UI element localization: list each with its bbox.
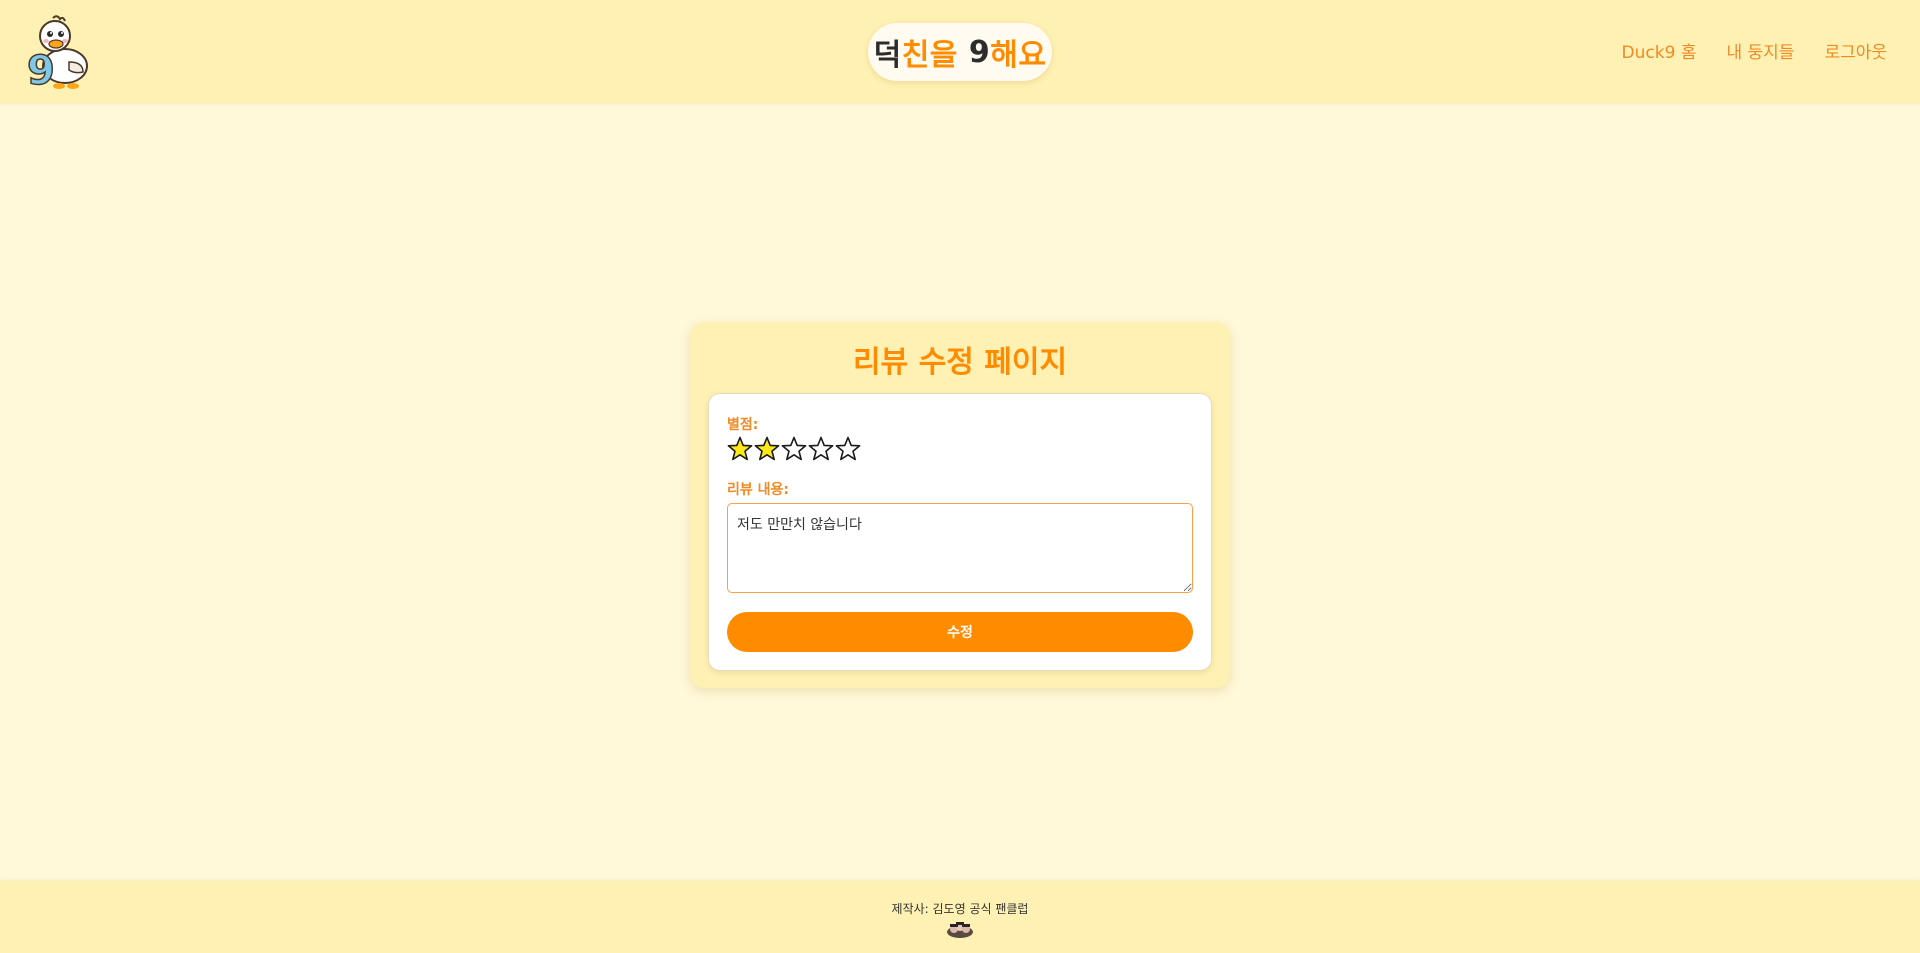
page-title: 리뷰 수정 페이지 xyxy=(852,345,1068,380)
star-empty-icon[interactable] xyxy=(808,436,834,462)
duck-logo-icon[interactable]: 9 xyxy=(25,14,89,95)
review-edit-card: 리뷰 수정 페이지 별점: 리뷰 내용: 저도 만만치 않습니다 수정 xyxy=(690,322,1230,688)
star-empty-icon[interactable] xyxy=(835,436,861,462)
star-filled-icon[interactable] xyxy=(727,436,753,462)
review-form: 별점: 리뷰 내용: 저도 만만치 않습니다 수정 xyxy=(708,393,1212,671)
brand-part-4: 해요 xyxy=(990,38,1047,73)
header: 9 덕 친을 9 해요 Duck9 홈 내 둥지들 로그아웃 xyxy=(0,0,1920,103)
submit-edit-button[interactable]: 수정 xyxy=(727,612,1193,652)
rating-label: 별점: xyxy=(727,417,759,433)
brand-title[interactable]: 덕 친을 9 해요 xyxy=(868,23,1052,81)
nav-home-link[interactable]: Duck9 홈 xyxy=(1622,38,1697,63)
nav-my-nests-link[interactable]: 내 둥지들 xyxy=(1726,38,1794,63)
brand-part-3: 9 xyxy=(968,34,991,70)
content-label: 리뷰 내용: xyxy=(727,482,789,498)
nav-logout-link[interactable]: 로그아웃 xyxy=(1824,38,1887,63)
footer: 제작사: 김도영 공식 팬클럽 xyxy=(0,881,1920,953)
review-content-input[interactable]: 저도 만만치 않습니다 xyxy=(727,503,1193,593)
brand-part-2: 친을 xyxy=(901,38,958,73)
fanclub-icon xyxy=(946,921,974,939)
footer-credit: 제작사: 김도영 공식 팬클럽 xyxy=(891,902,1029,916)
top-nav: Duck9 홈 내 둥지들 로그아웃 xyxy=(1622,38,1887,63)
star-filled-icon[interactable] xyxy=(754,436,780,462)
star-rating xyxy=(727,436,861,462)
star-empty-icon[interactable] xyxy=(781,436,807,462)
brand-part-1: 덕 xyxy=(873,38,902,73)
svg-text:9: 9 xyxy=(27,48,55,90)
